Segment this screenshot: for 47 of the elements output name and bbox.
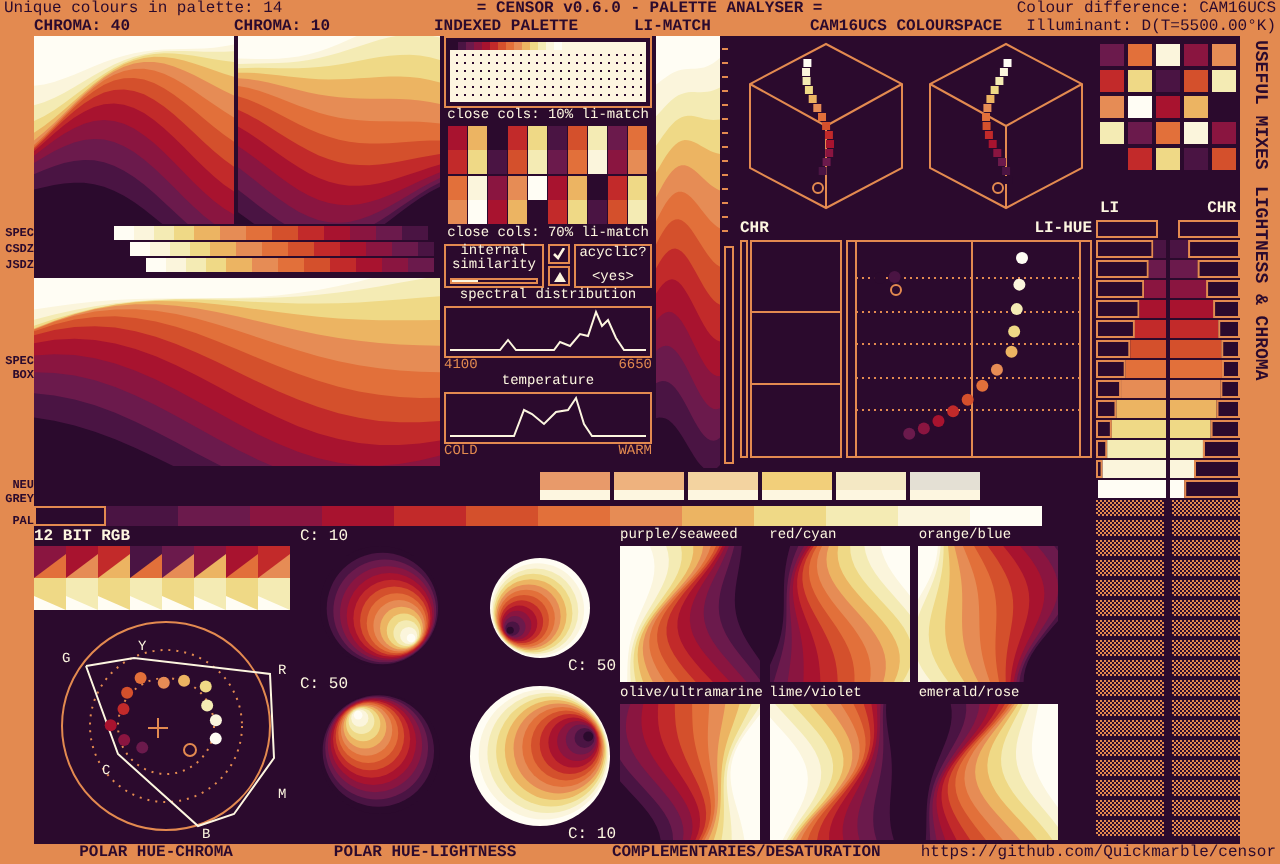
palette-swatch[interactable] <box>394 506 466 526</box>
section-title: CHROMA: 10 <box>234 18 331 36</box>
chroma-level-label: C: 10 <box>300 528 349 546</box>
section-title: CAM16UCS COLOURSPACE <box>810 18 1003 36</box>
illuminant-label: Illuminant: D(T=5500.00°K) <box>1026 18 1276 36</box>
section-title: CHROMA: 40 <box>34 18 131 36</box>
palette-swatch[interactable] <box>682 506 754 526</box>
palette-swatch[interactable] <box>178 506 250 526</box>
chroma-level-label: C: 50 <box>567 658 616 676</box>
triangle-button[interactable] <box>548 266 570 286</box>
palette-swatch[interactable] <box>898 506 970 526</box>
section-title: LI-MATCH <box>634 18 711 36</box>
palette-swatch[interactable] <box>538 506 610 526</box>
section-title: POLAR HUE-LIGHTNESS <box>333 844 517 864</box>
app-title: = CENSOR v0.6.0 - PALETTE ANALYSER = <box>476 0 823 18</box>
axis-label: LI <box>1100 200 1120 220</box>
palette-swatch[interactable] <box>754 506 826 526</box>
section-title: INDEXED PALETTE <box>434 18 579 36</box>
triangle-icon <box>553 271 565 281</box>
palette-swatch[interactable] <box>970 506 1042 526</box>
axis-label: CHR <box>1207 200 1236 220</box>
similarity-checkbox[interactable] <box>548 244 570 264</box>
palette-swatch[interactable] <box>34 506 106 526</box>
colour-difference-label: Colour difference: CAM16UCS <box>1016 0 1276 18</box>
axis-label: CHR <box>740 220 769 238</box>
polar-hue-lightness-drawing <box>490 558 590 658</box>
palette-swatch[interactable] <box>826 506 898 526</box>
complementary-gradient-drawing <box>620 704 760 840</box>
palette-swatch[interactable] <box>466 506 538 526</box>
palette-swatch[interactable] <box>322 506 394 526</box>
polar-hue-lightness-drawing <box>470 686 610 826</box>
palette-swatch[interactable] <box>106 506 178 526</box>
complementary-gradient-drawing <box>918 546 1059 682</box>
section-title: COMPLEMENTARIES/DESATURATION <box>611 844 881 864</box>
axis-label: LI-HUE <box>1034 220 1092 238</box>
check-icon <box>552 248 566 260</box>
section-title: POLAR HUE-CHROMA <box>79 844 233 864</box>
palette-swatch[interactable] <box>250 506 322 526</box>
unique-colours-count: Unique colours in palette: 14 <box>4 0 283 18</box>
chroma-level-label: C: 10 <box>567 826 616 844</box>
chroma-level-label: C: 50 <box>300 676 349 694</box>
section-label: 12 BIT RGB <box>34 528 133 546</box>
vertical-title: USEFUL MIXES <box>1250 40 1270 170</box>
complementary-gradient-drawing <box>769 546 910 682</box>
palette-swatch[interactable] <box>610 506 682 526</box>
complementary-gradient-drawing <box>620 546 760 682</box>
vertical-title: LIGHTNESS & CHROMA <box>1250 185 1270 381</box>
